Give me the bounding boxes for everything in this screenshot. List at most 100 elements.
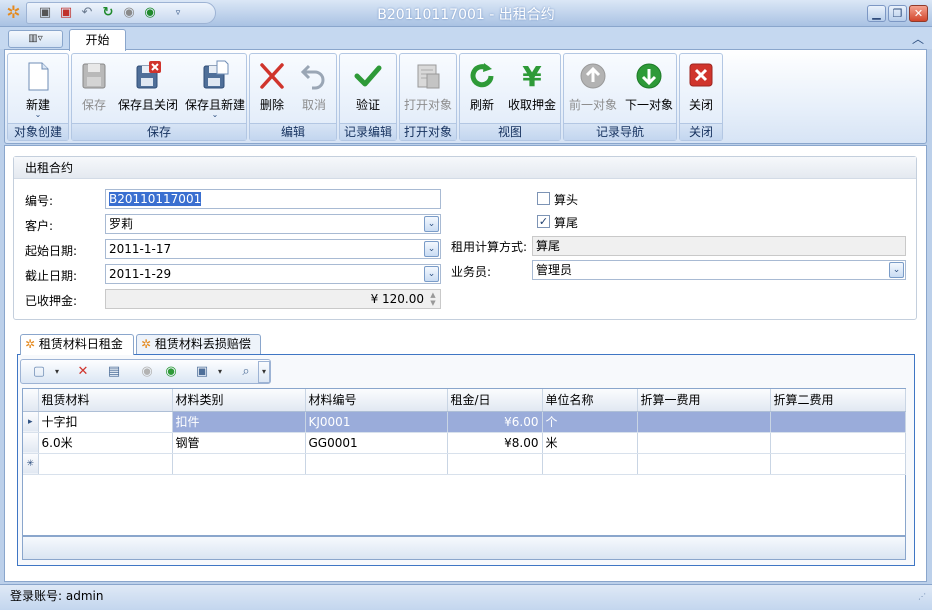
- new-row[interactable]: ✳: [23, 453, 906, 475]
- tab-start[interactable]: 开始: [69, 29, 126, 51]
- cell-empty[interactable]: [305, 453, 448, 475]
- column-header[interactable]: 租赁材料: [38, 389, 173, 412]
- column-header[interactable]: 材料类别: [172, 389, 306, 412]
- customer-select[interactable]: 罗莉 ⌄: [105, 214, 441, 234]
- number-field[interactable]: B20110117001: [105, 189, 441, 209]
- row-indicator[interactable]: ▸: [23, 411, 39, 433]
- minimize-button[interactable]: ▁: [867, 5, 886, 22]
- new-row-icon[interactable]: ▢: [31, 364, 47, 380]
- svg-text:¥: ¥: [522, 60, 542, 92]
- column-header[interactable]: 单位名称: [542, 389, 638, 412]
- row-indicator[interactable]: [23, 432, 39, 454]
- gear-icon: ✲: [141, 337, 152, 351]
- ribbon-tab-bar: [0, 27, 932, 49]
- print-icon[interactable]: ▣: [194, 364, 210, 380]
- table-row[interactable]: ▸ 十字扣 扣件 KJ0001 ¥6.00 个: [23, 411, 906, 433]
- tab-label: 租赁材料丢损赔偿: [154, 337, 251, 351]
- count-head-checkbox[interactable]: [537, 192, 550, 205]
- cell-rent[interactable]: ¥8.00: [447, 432, 543, 454]
- spin-icon[interactable]: ▲ ▼: [427, 291, 439, 307]
- salesman-label: 业务员:: [451, 265, 492, 279]
- group-view: 刷新 ¥ 收取押金 视图: [459, 53, 561, 141]
- start-date-label: 起始日期:: [25, 244, 78, 258]
- cell-empty[interactable]: [38, 453, 173, 475]
- delete-button[interactable]: 删除: [252, 56, 292, 124]
- cell-empty[interactable]: [542, 453, 638, 475]
- chevron-down-icon[interactable]: ⌄: [889, 262, 904, 278]
- cell-code[interactable]: GG0001: [305, 432, 448, 454]
- number-value: B20110117001: [109, 192, 202, 206]
- deposit-field[interactable]: ¥ 120.00 ▲ ▼: [105, 289, 441, 309]
- chevron-down-icon[interactable]: ⌄: [424, 216, 439, 232]
- deposit-label: 已收押金:: [25, 294, 78, 308]
- close-button[interactable]: 关闭: [682, 56, 720, 124]
- column-header[interactable]: 材料编号: [305, 389, 448, 412]
- tab-loss-compensation[interactable]: ✲ 租赁材料丢损赔偿: [136, 334, 261, 354]
- cell-material[interactable]: 6.0米: [38, 432, 173, 454]
- move-up-icon[interactable]: ◉: [139, 364, 155, 380]
- next-object-button[interactable]: 下一对象: [622, 56, 676, 124]
- cell-material[interactable]: 十字扣: [38, 411, 173, 433]
- cell-rent[interactable]: ¥6.00: [447, 411, 543, 433]
- chevron-down-icon[interactable]: ⌄: [424, 241, 439, 257]
- cell-fee2[interactable]: [770, 411, 906, 433]
- window-title: B20110117001 - 出租合约: [377, 7, 555, 23]
- search-dropdown-icon[interactable]: ▾: [258, 361, 270, 383]
- open-object-button[interactable]: 打开对象: [402, 56, 454, 124]
- close-window-button[interactable]: ✕: [909, 5, 928, 22]
- undo-arrow-icon: [299, 60, 329, 92]
- print-dropdown-icon[interactable]: ▾: [212, 364, 228, 380]
- new-document-icon: [23, 60, 53, 92]
- cancel-button[interactable]: 取消: [294, 56, 334, 124]
- save-and-close-button[interactable]: 保存且关闭: [116, 56, 180, 124]
- group-label: 编辑: [250, 123, 336, 140]
- count-tail-checkbox[interactable]: ✓: [537, 215, 550, 228]
- column-header[interactable]: 租金/日: [447, 389, 543, 412]
- new-dropdown-icon[interactable]: ⌄: [10, 110, 66, 119]
- cell-empty[interactable]: [770, 453, 906, 475]
- cell-empty[interactable]: [447, 453, 543, 475]
- save-button[interactable]: 保存: [74, 56, 114, 124]
- cell-code[interactable]: KJ0001: [305, 411, 448, 433]
- cell-fee1[interactable]: [637, 411, 771, 433]
- cell-unit[interactable]: 个: [542, 411, 638, 433]
- cell-category[interactable]: 钢管: [172, 432, 306, 454]
- end-date-picker[interactable]: 2011-1-29 ⌄: [105, 264, 441, 284]
- restore-button[interactable]: ❐: [888, 5, 907, 22]
- resize-grip-icon[interactable]: ⋰: [918, 592, 928, 604]
- search-icon[interactable]: ⌕: [238, 364, 254, 380]
- collapse-ribbon-icon[interactable]: ︿: [910, 30, 926, 46]
- move-down-icon[interactable]: ◉: [163, 364, 179, 380]
- number-label: 编号:: [25, 194, 54, 208]
- app-menu-button[interactable]: ▥▿: [8, 30, 63, 48]
- cell-fee2[interactable]: [770, 432, 906, 454]
- cell-empty[interactable]: [172, 453, 306, 475]
- arrow-up-circle-icon: [578, 60, 608, 92]
- tab-daily-rent[interactable]: ✲ 租赁材料日租金: [20, 334, 134, 355]
- cell-unit[interactable]: 米: [542, 432, 638, 454]
- group-label: 视图: [460, 123, 560, 140]
- delete-icon[interactable]: ✕: [75, 364, 91, 380]
- rent-method-field: 算尾: [532, 236, 906, 256]
- collect-deposit-button[interactable]: ¥ 收取押金: [504, 56, 560, 124]
- new-row-icon[interactable]: ✳: [23, 453, 39, 475]
- group-object-create: 新建 ⌄ 对象创建: [7, 53, 69, 141]
- cell-fee1[interactable]: [637, 432, 771, 454]
- new-dropdown-icon[interactable]: ▾: [49, 364, 65, 380]
- start-date-picker[interactable]: 2011-1-17 ⌄: [105, 239, 441, 259]
- validate-button[interactable]: 验证: [342, 56, 394, 124]
- new-button[interactable]: 新建 ⌄: [10, 56, 66, 124]
- table-row[interactable]: 6.0米 钢管 GG0001 ¥8.00 米: [23, 432, 906, 454]
- prev-object-button[interactable]: 前一对象: [566, 56, 620, 124]
- column-header[interactable]: 折算二费用: [770, 389, 906, 412]
- cell-category[interactable]: 扣件: [172, 411, 306, 433]
- count-head-label: 算头: [554, 193, 579, 207]
- save-new-dropdown-icon[interactable]: ⌄: [184, 110, 246, 119]
- salesman-select[interactable]: 管理员 ⌄: [532, 260, 906, 280]
- column-header[interactable]: 折算一费用: [637, 389, 771, 412]
- save-and-new-button[interactable]: 保存且新建 ⌄: [184, 56, 246, 124]
- refresh-button[interactable]: 刷新: [462, 56, 502, 124]
- cell-empty[interactable]: [637, 453, 771, 475]
- chevron-down-icon[interactable]: ⌄: [424, 266, 439, 282]
- save-grid-icon[interactable]: ▤: [106, 364, 122, 380]
